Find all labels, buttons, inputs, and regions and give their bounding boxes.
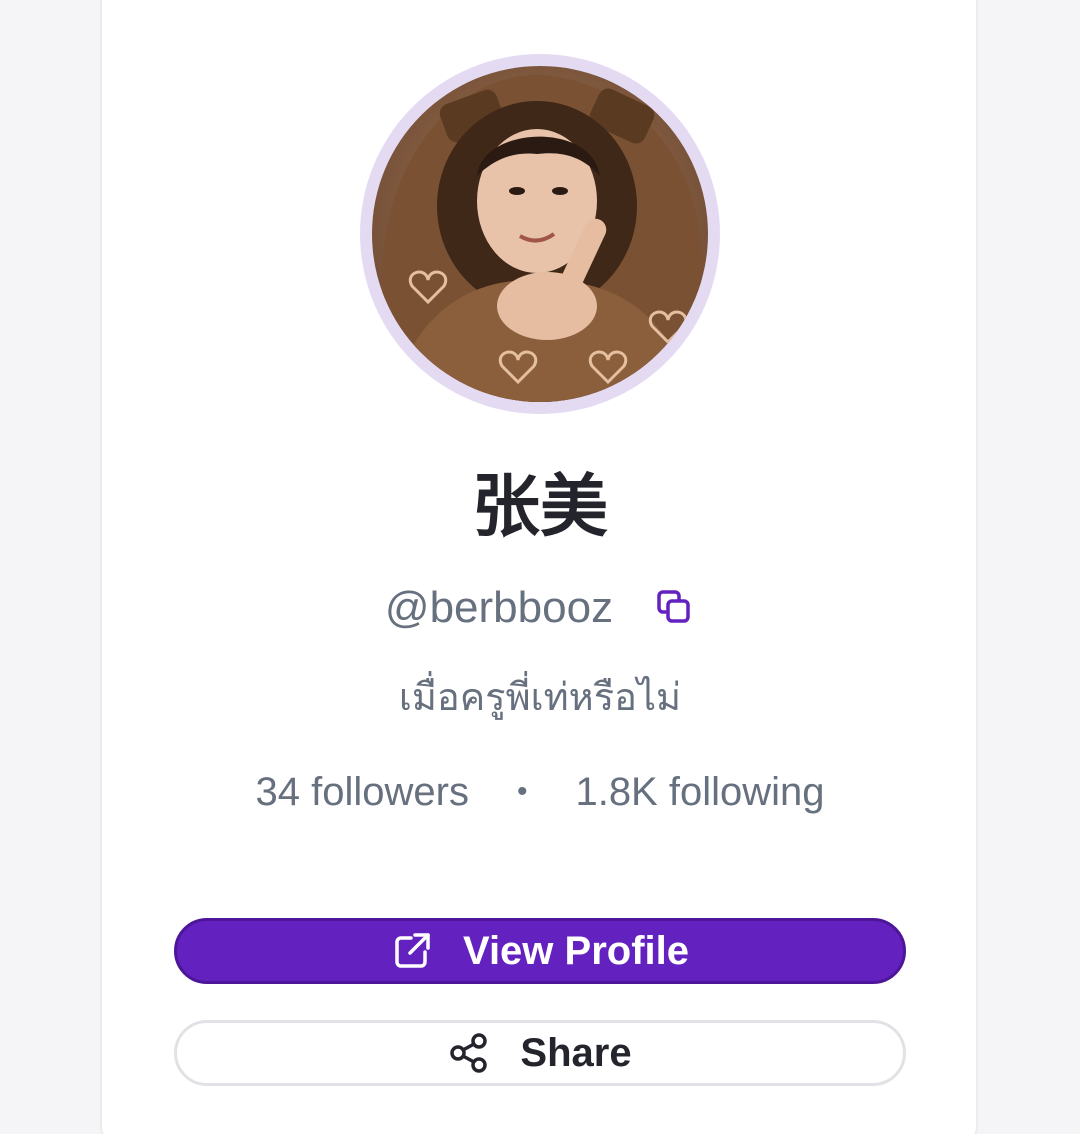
view-profile-button[interactable]: View Profile bbox=[174, 918, 906, 984]
copy-icon[interactable] bbox=[655, 588, 695, 628]
stats-separator: • bbox=[516, 775, 528, 808]
profile-handle: @berbbooz bbox=[384, 583, 614, 632]
followers-count[interactable]: 34 followers bbox=[256, 764, 469, 820]
external-link-icon bbox=[391, 930, 433, 972]
view-profile-label: View Profile bbox=[462, 928, 689, 973]
avatar-ring bbox=[360, 54, 720, 414]
avatar bbox=[372, 66, 708, 402]
share-label: Share bbox=[520, 1030, 632, 1075]
profile-name: 张美 bbox=[471, 468, 608, 547]
profile-stats: 34 followers • 1.8K following bbox=[0, 764, 1080, 820]
handle-row: @berbbooz bbox=[0, 580, 1080, 636]
profile-bio: เมื่อครูพี่เท่หรือไม่ bbox=[398, 675, 682, 719]
following-count[interactable]: 1.8K following bbox=[575, 764, 824, 820]
profile-page: 张美 @berbbooz เมื่อครูพี่เท่หรือไม่ 34 fo… bbox=[0, 0, 1080, 1134]
share-button[interactable]: Share bbox=[174, 1020, 906, 1086]
share-icon bbox=[448, 1032, 490, 1074]
